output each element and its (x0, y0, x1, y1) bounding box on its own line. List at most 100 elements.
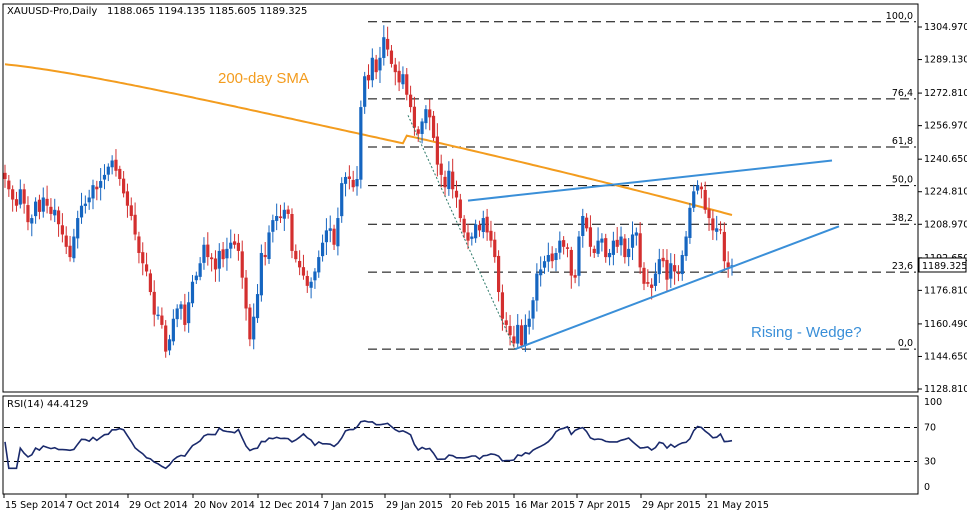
chart-window: 100,0 76,4 61,8 50,0 38,2 23,6 0,0 1304.970 128… (0, 0, 967, 514)
candle-body (726, 262, 730, 268)
candle-body (454, 190, 459, 198)
candle-body (389, 50, 394, 64)
candle-body (213, 258, 218, 270)
rsi-title: RSI(14) 44.4129 (7, 399, 88, 410)
candle-body (646, 282, 650, 284)
candle-body (585, 217, 589, 229)
candle-body (447, 170, 451, 190)
price-tick-label: 1304.970 (924, 22, 967, 33)
candle-body (504, 320, 508, 325)
candle-body (137, 236, 141, 253)
candle-body (496, 255, 501, 293)
candle-body (68, 245, 72, 258)
candle-body (600, 238, 604, 243)
candle-body (11, 189, 15, 200)
candle-body (49, 206, 53, 214)
candle-body (45, 198, 49, 206)
candle-body (129, 205, 133, 216)
candle-body (489, 230, 493, 241)
candle-body (401, 74, 405, 85)
candle-body (527, 318, 531, 327)
candle-body (7, 180, 11, 190)
candle-body (106, 166, 110, 175)
candle-body (286, 209, 290, 214)
price-tick-label: 1176.810 (924, 285, 967, 296)
date-tick-label: 12 Dec 2014 (259, 500, 320, 511)
candle-body (152, 291, 156, 315)
candle-body (83, 203, 87, 206)
candle-body (573, 275, 577, 278)
fib-label: 23,6 (892, 261, 913, 272)
candle-body (535, 273, 539, 301)
rsi-indicator: 100 70 30 0 (4, 397, 942, 493)
candle-body (259, 252, 263, 296)
candle-body (225, 248, 229, 259)
candle-body (236, 242, 241, 251)
candle-body (240, 251, 244, 278)
candle-body (305, 275, 309, 286)
candle-body (355, 179, 359, 187)
candle-body (282, 209, 286, 219)
rsi-tick-label: 70 (924, 423, 936, 434)
candle-body (267, 232, 271, 260)
candle-body (653, 273, 658, 286)
candle-body (156, 314, 160, 317)
candle-body (175, 308, 179, 320)
candle-body (347, 176, 351, 180)
candle-body (320, 242, 325, 257)
candle-body (198, 263, 202, 277)
rsi-panel-frame (2, 395, 919, 495)
candle-body (707, 209, 711, 219)
price-tick-label: 1208.970 (924, 219, 967, 230)
candle-body (393, 64, 397, 73)
price-tick-label: 1160.490 (924, 319, 967, 330)
candle-body (72, 236, 76, 259)
candle-body (22, 189, 26, 204)
candle-body (428, 109, 432, 118)
candle-body (512, 336, 516, 344)
candle-body (179, 304, 183, 309)
price-tick-label: 1272.810 (924, 88, 967, 99)
candle-body (363, 76, 367, 107)
candle-body (26, 205, 30, 223)
candle-body (102, 174, 107, 180)
candle-body (470, 236, 474, 239)
candle-body (359, 107, 363, 180)
candle-body (221, 249, 225, 260)
candle-body (673, 265, 677, 272)
candle-body (657, 259, 661, 275)
candle-body (64, 235, 68, 247)
candle-body (252, 316, 256, 340)
candle-body (14, 199, 19, 206)
candle-body (703, 189, 707, 210)
candle-body (539, 269, 543, 276)
candle-body (87, 197, 91, 203)
candle-body (669, 263, 673, 279)
candle-body (650, 284, 654, 288)
wedge-annotation: Rising - Wedge? (751, 324, 862, 341)
candle-body (462, 218, 466, 233)
last-price-label: 1189.325 (922, 261, 967, 272)
candle-body (718, 229, 723, 231)
candle-body (144, 264, 149, 272)
candle-body (485, 216, 489, 233)
candle-body (41, 197, 45, 212)
candle-body (275, 215, 279, 221)
candle-body (374, 59, 378, 73)
candle-body (596, 240, 600, 254)
candle-body (523, 324, 527, 346)
candle-body (229, 242, 233, 249)
candle-body (692, 191, 696, 208)
candle-body (148, 273, 152, 293)
candle-body (443, 176, 447, 188)
candle-body (210, 257, 214, 260)
candle-body (684, 236, 688, 257)
candle-body (569, 249, 573, 276)
candle-body (301, 267, 306, 276)
candle-body (630, 234, 635, 248)
candle-body (30, 218, 34, 224)
candle-body (604, 238, 608, 258)
candle-body (290, 214, 294, 251)
date-tick-label: 20 Feb 2015 (451, 500, 510, 511)
candle-body (183, 304, 187, 325)
